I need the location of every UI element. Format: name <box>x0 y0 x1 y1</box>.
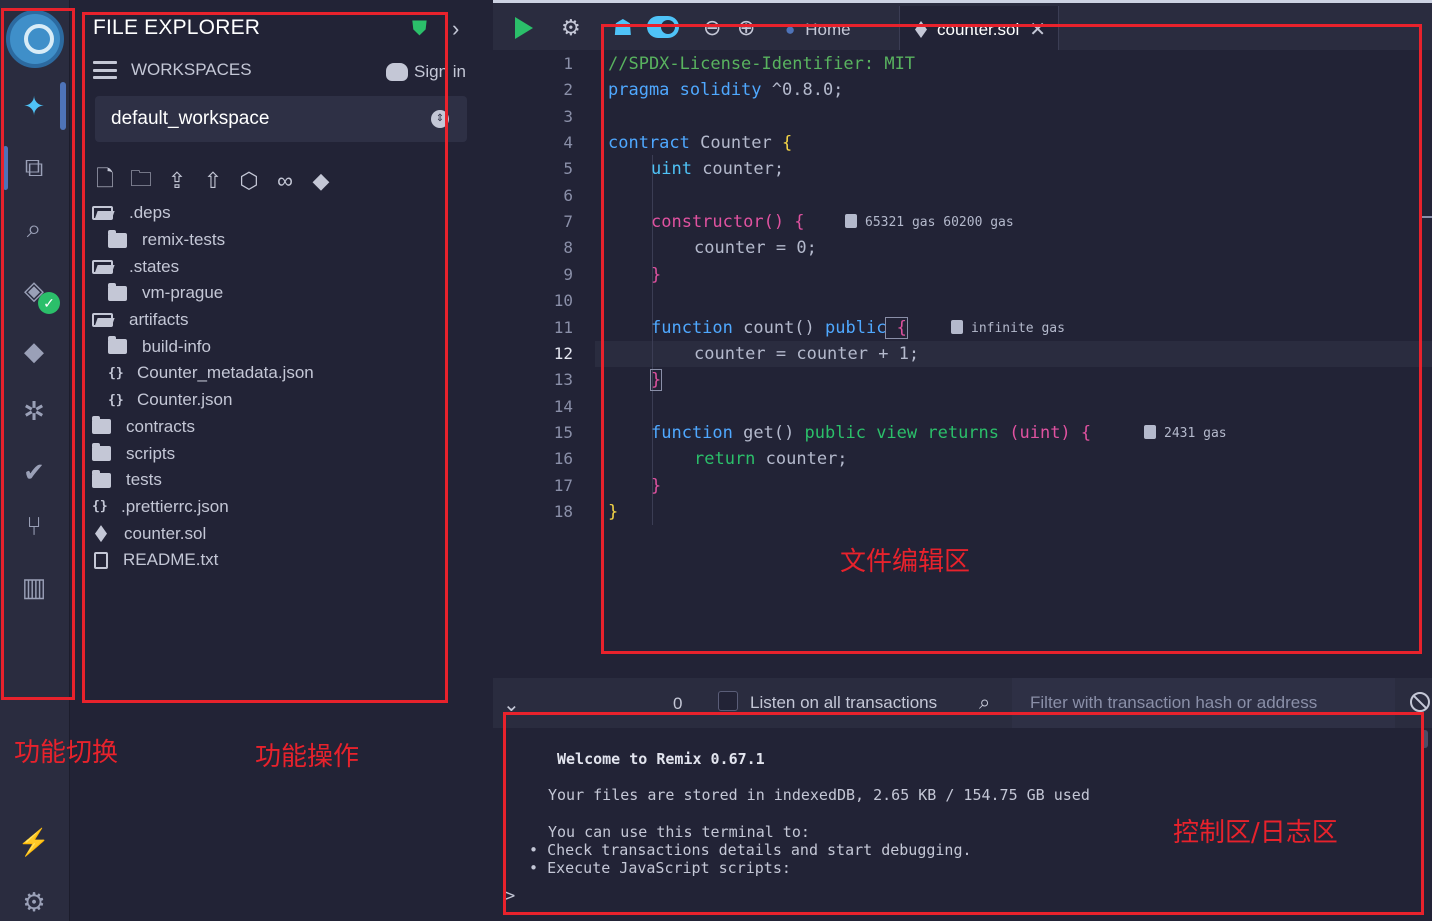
annotation-label-terminal: 控制区/日志区 <box>1173 818 1338 848</box>
line-number: 3 <box>563 106 573 126</box>
chevron-right-icon[interactable]: › <box>452 16 459 42</box>
tx-filter-placeholder: Filter with transaction hash or address <box>1030 693 1318 712</box>
editor-scrollbar[interactable] <box>1422 216 1432 218</box>
line-number: 2 <box>563 80 573 100</box>
run-icon[interactable] <box>515 17 533 39</box>
line-number: 10 <box>553 291 573 311</box>
line-number: 17 <box>553 475 573 495</box>
listen-all-checkbox[interactable] <box>718 691 738 711</box>
line-number: 7 <box>563 212 573 232</box>
plugin-manager-icon[interactable]: ⚡ <box>14 822 54 862</box>
line-number: 18 <box>553 501 573 521</box>
clear-console-icon[interactable] <box>1410 692 1430 712</box>
line-number: 13 <box>553 370 573 390</box>
annotation-label-side-panel: 功能操作 <box>255 742 360 772</box>
line-number: 14 <box>553 396 573 416</box>
line-number: 11 <box>553 317 573 337</box>
line-number: 5 <box>563 159 573 179</box>
listen-all-label: Listen on all transactions <box>750 693 938 712</box>
annotation-box-side-panel <box>82 12 448 703</box>
line-number: 6 <box>563 185 573 205</box>
line-number: 8 <box>563 238 573 258</box>
line-number: 1 <box>563 54 573 73</box>
annotation-box-editor <box>601 24 1422 654</box>
compile-settings-icon[interactable]: ⚙ <box>561 15 581 41</box>
pending-tx-count: 0 <box>673 694 683 713</box>
line-number: 16 <box>553 449 573 469</box>
settings-icon[interactable]: ⚙ <box>14 882 54 921</box>
annotation-box-icon-bar <box>1 8 75 700</box>
line-number: 9 <box>563 264 573 284</box>
line-number: 12 <box>553 343 573 363</box>
line-number: 15 <box>553 422 573 442</box>
line-number-gutter: 1 2 3 4 5 6 7 8 9 10 11 12 13 14 15 16 17 18 <box>493 50 595 678</box>
line-number: 4 <box>563 133 573 153</box>
annotation-label-icon-bar: 功能切换 <box>14 738 119 768</box>
annotation-label-editor: 文件编辑区 <box>840 547 971 577</box>
remix-ide-window: ✦ ⧉ ⌕ ◈ ✓ ◆ ✲ ✔ ⑂ ▥ ⚡ ⚙ FILE EXPLORER ⛊ … <box>0 0 1432 921</box>
